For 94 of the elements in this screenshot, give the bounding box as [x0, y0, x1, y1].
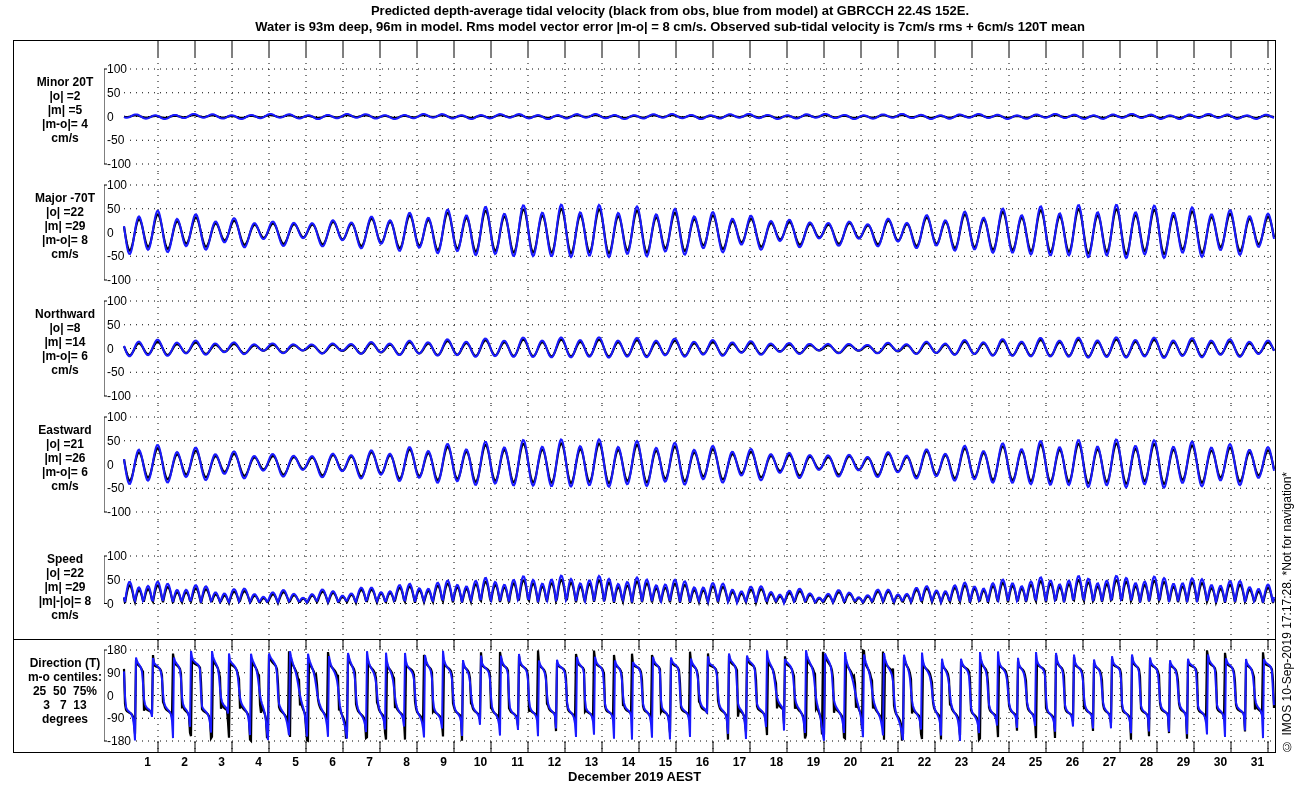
panel-label: cm/s	[51, 131, 79, 146]
axis-tick-label: -100	[107, 390, 133, 403]
credit-text: © IMOS 10-Sep-2019 17:17:28. *Not for navigation*	[1279, 472, 1295, 753]
day-tick-label: 4	[254, 755, 263, 769]
day-tick-label: 20	[842, 755, 859, 769]
panel-label: |m| =5	[47, 103, 83, 118]
day-tick-label: 10	[472, 755, 489, 769]
axis-tick-label: 100	[107, 295, 129, 308]
panel-label: 3 7 13	[43, 698, 87, 712]
day-tick-label: 29	[1175, 755, 1192, 769]
y-axis	[103, 555, 109, 604]
day-tick-label: 1	[143, 755, 152, 769]
axis-tick-label: 50	[107, 434, 122, 447]
panel-label: |o| =22	[46, 205, 84, 220]
day-tick-label: 11	[510, 755, 525, 769]
panel-label: Direction (T)	[29, 656, 101, 670]
panel-label: |m-o|= 6	[42, 349, 88, 364]
panel-label: |m|-|o|= 8	[38, 593, 92, 608]
axis-tick-label: 100	[107, 411, 129, 424]
axis-tick-label: 50	[107, 573, 122, 586]
day-tick-label: 25	[1027, 755, 1044, 769]
day-tick-label: 17	[731, 755, 748, 769]
panel-label: Speed	[46, 551, 83, 566]
axis-tick-label: -50	[107, 250, 126, 263]
axis-tick-label: 0	[107, 458, 115, 471]
day-tick-label: 3	[217, 755, 226, 769]
panel-label: Minor 20T	[36, 75, 94, 90]
panel-label: |m-o|= 6	[42, 465, 88, 480]
axis-tick-label: 50	[107, 86, 122, 99]
panel-label: |m| =14	[44, 335, 86, 350]
day-tick-label: 31	[1249, 755, 1266, 769]
panel-label: |m| =29	[44, 579, 86, 594]
day-tick-label: 8	[402, 755, 411, 769]
x-axis-title: December 2019 AEST	[568, 769, 702, 785]
day-tick-label: 26	[1064, 755, 1081, 769]
day-tick-label: 2	[180, 755, 189, 769]
panel-label: Northward	[34, 307, 95, 322]
day-tick-label: 14	[620, 755, 637, 769]
day-tick-label: 13	[583, 755, 600, 769]
axis-tick-label: 100	[107, 63, 129, 76]
day-tick-label: 19	[805, 755, 822, 769]
panel-label: cm/s	[51, 479, 79, 494]
axis-tick-label: -100	[107, 158, 133, 171]
day-tick-label: 24	[990, 755, 1007, 769]
axis-tick-label: -50	[107, 366, 126, 379]
day-tick-label: 9	[439, 755, 448, 769]
axis-tick-label: 180	[107, 644, 129, 656]
axis-tick-label: 0	[107, 342, 115, 355]
day-tick-label: 15	[657, 755, 674, 769]
day-tick-label: 5	[291, 755, 300, 769]
axis-tick-label: -50	[107, 482, 126, 495]
panel-label: 25 50 75%	[32, 684, 97, 698]
day-tick-label: 27	[1101, 755, 1118, 769]
panel-label: |m| =29	[44, 219, 86, 234]
chart-title: Water is 93m deep, 96m in model. Rms model vector error |m-o| = 8 cm/s. Observed sub-tidal velocity is 7cm/s rms + 6cm/s 120T mean	[255, 19, 1085, 35]
panel-label: |o| =22	[46, 565, 84, 580]
panel-label: Eastward	[38, 423, 92, 438]
axis-tick-label: 0	[107, 226, 115, 239]
panel-label: Major -70T	[34, 191, 95, 206]
axis-tick-label: -50	[107, 134, 126, 147]
day-tick-label: 16	[694, 755, 711, 769]
axis-tick-label: 90	[107, 666, 122, 679]
panel-label: degrees	[41, 712, 88, 726]
day-tick-label: 21	[879, 755, 896, 769]
day-tick-label: 23	[953, 755, 970, 769]
panel-label: |m-o|= 8	[42, 233, 88, 248]
day-tick-label: 12	[546, 755, 563, 769]
axis-tick-label: -100	[107, 506, 133, 519]
axis-tick-label: 50	[107, 318, 122, 331]
panel-label: |o| =8	[49, 321, 81, 336]
axis-tick-label: 100	[107, 179, 129, 192]
axis-tick-label: 0	[107, 110, 115, 123]
axis-tick-label: 0	[107, 689, 115, 702]
axis-tick-label: 50	[107, 202, 122, 215]
day-tick-label: 22	[916, 755, 933, 769]
panel-label: |o| =21	[46, 437, 84, 452]
panel-label: cm/s	[51, 247, 79, 262]
panel-label: cm/s	[51, 363, 79, 378]
day-tick-label: 7	[365, 755, 374, 769]
axis-tick-label: 0	[107, 597, 115, 610]
axis-tick-label: -180	[107, 735, 133, 747]
axis-tick-label: 100	[107, 550, 129, 562]
panel-label: m-o centiles:	[27, 670, 102, 684]
day-tick-label: 18	[768, 755, 785, 769]
panel-label: |m| =26	[44, 451, 86, 466]
axis-tick-label: -100	[107, 274, 133, 287]
panel-label: cm/s	[51, 607, 79, 622]
day-tick-label: 30	[1212, 755, 1229, 769]
chart-title: Predicted depth-average tidal velocity (black from obs, blue from model) at GBRCCH 22.4S 152E.	[370, 3, 970, 19]
panel-label: |o| =2	[49, 89, 81, 104]
day-tick-label: 6	[328, 755, 337, 769]
axis-tick-label: -90	[107, 712, 126, 725]
panel-label: |m-o|= 4	[42, 117, 88, 132]
day-tick-label: 28	[1138, 755, 1155, 769]
